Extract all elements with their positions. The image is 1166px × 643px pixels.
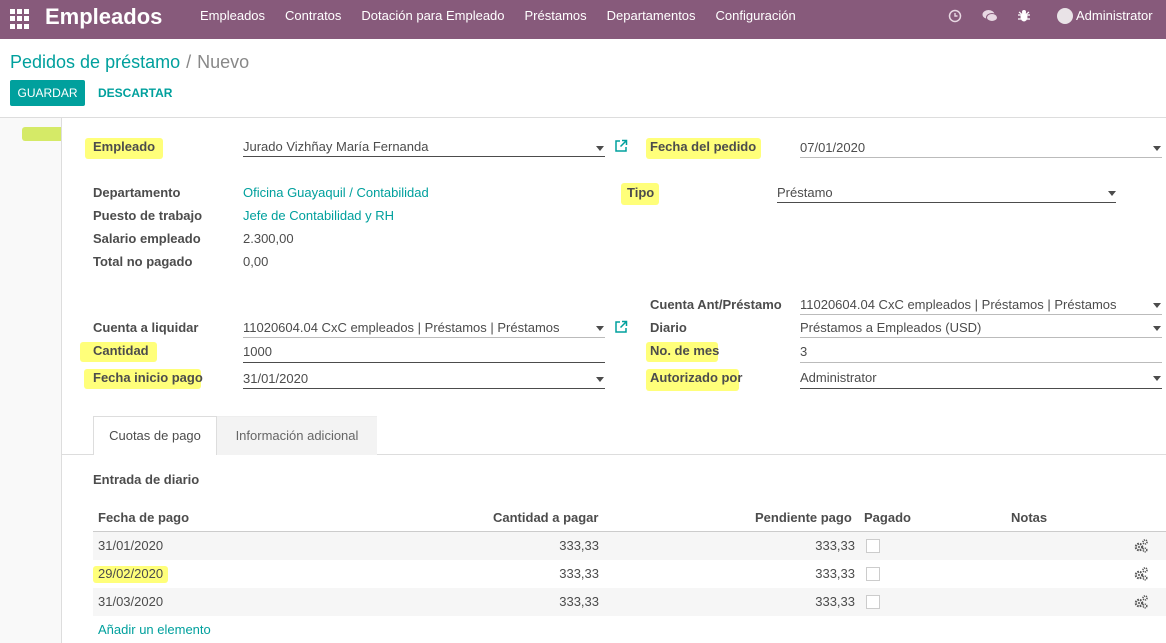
diario-label: Diario <box>650 320 687 335</box>
add-item-link[interactable]: Añadir un elemento <box>98 622 211 638</box>
chevron-down-icon[interactable] <box>1153 146 1161 151</box>
chevron-down-icon[interactable] <box>1153 303 1161 308</box>
salario-label: Salario empleado <box>93 231 201 246</box>
fecha-inicio-label: Fecha inicio pago <box>93 370 203 385</box>
autorizado-underline <box>800 388 1162 389</box>
cell-pendiente: 333,33 <box>815 594 855 609</box>
empleado-underline <box>243 156 605 157</box>
column-header-pendiente[interactable]: Pendiente pago <box>755 510 852 526</box>
external-link-icon[interactable] <box>614 139 628 153</box>
bug-icon[interactable] <box>1015 0 1033 32</box>
pagado-checkbox[interactable] <box>866 567 880 581</box>
no-mes-label: No. de mes <box>650 343 720 358</box>
section-title: Entrada de diario <box>93 472 200 487</box>
tipo-field[interactable]: Préstamo <box>777 185 833 201</box>
menu-contratos[interactable]: Contratos <box>275 0 351 39</box>
puesto-label: Puesto de trabajo <box>93 208 203 223</box>
cantidad-input[interactable]: 1000 <box>243 344 272 360</box>
menu-empleados[interactable]: Empleados <box>190 0 275 39</box>
gears-icon[interactable] <box>1133 594 1149 610</box>
fecha-inicio-field[interactable]: 31/01/2020 <box>243 371 308 387</box>
empleado-field[interactable]: Jurado Vizhñay María Fernanda <box>243 139 428 155</box>
cuenta-liquidar-field[interactable]: 11020604.04 CxC empleados | Préstamos | … <box>243 320 560 336</box>
cantidad-underline <box>243 362 605 363</box>
cantidad-label: Cantidad <box>93 343 149 358</box>
breadcrumb-parent[interactable]: Pedidos de préstamo <box>10 52 180 72</box>
breadcrumb-separator: / <box>186 52 192 72</box>
tipo-label: Tipo <box>627 185 655 200</box>
cuenta-ant-field[interactable]: 11020604.04 CxC empleados | Préstamos | … <box>800 297 1117 313</box>
table-row[interactable]: 31/03/2020 333,33 333,33 <box>93 588 1166 616</box>
tab-informacion-adicional[interactable]: Información adicional <box>217 416 377 455</box>
control-panel: Pedidos de préstamo / Nuevo GUARDAR DESCAR… <box>0 39 1166 141</box>
pagado-checkbox[interactable] <box>866 595 880 609</box>
apps-icon[interactable] <box>10 9 30 29</box>
departamento-link[interactable]: Oficina Guayaquil / Contabilidad <box>243 185 429 201</box>
external-link-icon[interactable] <box>614 320 628 334</box>
cell-cantidad: 333,33 <box>559 594 599 609</box>
column-header-fecha[interactable]: Fecha de pago <box>98 510 189 526</box>
cell-fecha: 29/02/2020 <box>98 566 164 581</box>
cell-pendiente: 333,33 <box>815 538 855 553</box>
column-header-cantidad[interactable]: Cantidad a pagar <box>493 510 598 526</box>
autorizado-field[interactable]: Administrator <box>800 370 877 386</box>
breadcrumb-current: Nuevo <box>197 52 250 72</box>
no-mes-input[interactable]: 3 <box>800 344 807 360</box>
departamento-label: Departamento <box>93 185 181 200</box>
cell-pendiente: 333,33 <box>815 566 855 581</box>
column-header-pagado[interactable]: Pagado <box>864 510 911 526</box>
salario-value: 2.300,00 <box>243 231 294 246</box>
no-mes-underline <box>800 362 1162 363</box>
table-row[interactable]: 31/01/2020 333,33 333,33 <box>93 532 1166 560</box>
pagado-checkbox[interactable] <box>866 539 880 553</box>
empleado-label: Empleado <box>93 139 156 154</box>
cuenta-liquidar-underline <box>243 337 605 338</box>
menu-prestamos[interactable]: Préstamos <box>515 0 597 39</box>
clock-icon[interactable] <box>946 0 964 32</box>
cell-fecha: 31/03/2020 <box>98 594 164 609</box>
menu-configuracion[interactable]: Configuración <box>706 0 806 39</box>
diario-underline <box>800 337 1162 338</box>
fecha-inicio-underline <box>243 388 605 389</box>
fecha-pedido-field[interactable]: 07/01/2020 <box>800 140 865 156</box>
breadcrumb: Pedidos de préstamo / Nuevo <box>10 51 249 73</box>
chevron-down-icon[interactable] <box>596 146 604 151</box>
cell-cantidad: 333,33 <box>559 566 599 581</box>
column-header-notas[interactable]: Notas <box>1011 510 1047 526</box>
chevron-down-icon[interactable] <box>596 326 604 331</box>
fecha-pedido-label: Fecha del pedido <box>650 139 757 154</box>
cuenta-liquidar-label: Cuenta a liquidar <box>93 320 199 335</box>
menu-departamentos[interactable]: Departamentos <box>597 0 706 39</box>
autorizado-label: Autorizado por <box>650 370 743 385</box>
cuenta-ant-label: Cuenta Ant/Préstamo <box>650 297 782 312</box>
discard-button[interactable]: DESCARTAR <box>98 80 172 106</box>
avatar[interactable] <box>1057 8 1073 24</box>
tipo-underline <box>777 202 1116 203</box>
app-title[interactable]: Empleados <box>45 3 162 31</box>
table-row[interactable]: 29/02/2020 333,33 333,33 <box>93 560 1166 588</box>
cell-fecha: 31/01/2020 <box>98 538 164 553</box>
save-button[interactable]: GUARDAR <box>10 80 92 141</box>
gears-icon[interactable] <box>1133 538 1149 554</box>
menu-dotacion[interactable]: Dotación para Empleado <box>351 0 514 39</box>
user-menu[interactable]: Administrator <box>1076 0 1153 32</box>
chevron-down-icon[interactable] <box>596 377 604 382</box>
total-no-pagado-label: Total no pagado <box>93 254 193 269</box>
top-navbar: Empleados Empleados Contratos Dotación p… <box>0 0 1166 39</box>
chevron-down-icon[interactable] <box>1108 191 1116 196</box>
cell-cantidad: 333,33 <box>559 538 599 553</box>
save-button-label: GUARDAR <box>17 86 78 100</box>
main-menu: Empleados Contratos Dotación para Emplea… <box>190 0 806 39</box>
chat-icon[interactable] <box>980 0 1000 32</box>
total-no-pagado-value: 0,00 <box>243 254 269 269</box>
tab-cuotas-de-pago[interactable]: Cuotas de pago <box>93 416 217 455</box>
chevron-down-icon[interactable] <box>1153 326 1161 331</box>
chevron-down-icon[interactable] <box>1153 376 1161 381</box>
cuenta-ant-underline <box>800 314 1162 315</box>
diario-field[interactable]: Préstamos a Empleados (USD) <box>800 320 981 336</box>
gears-icon[interactable] <box>1133 566 1149 582</box>
fecha-pedido-underline <box>800 157 1162 158</box>
puesto-link[interactable]: Jefe de Contabilidad y RH <box>243 208 394 224</box>
